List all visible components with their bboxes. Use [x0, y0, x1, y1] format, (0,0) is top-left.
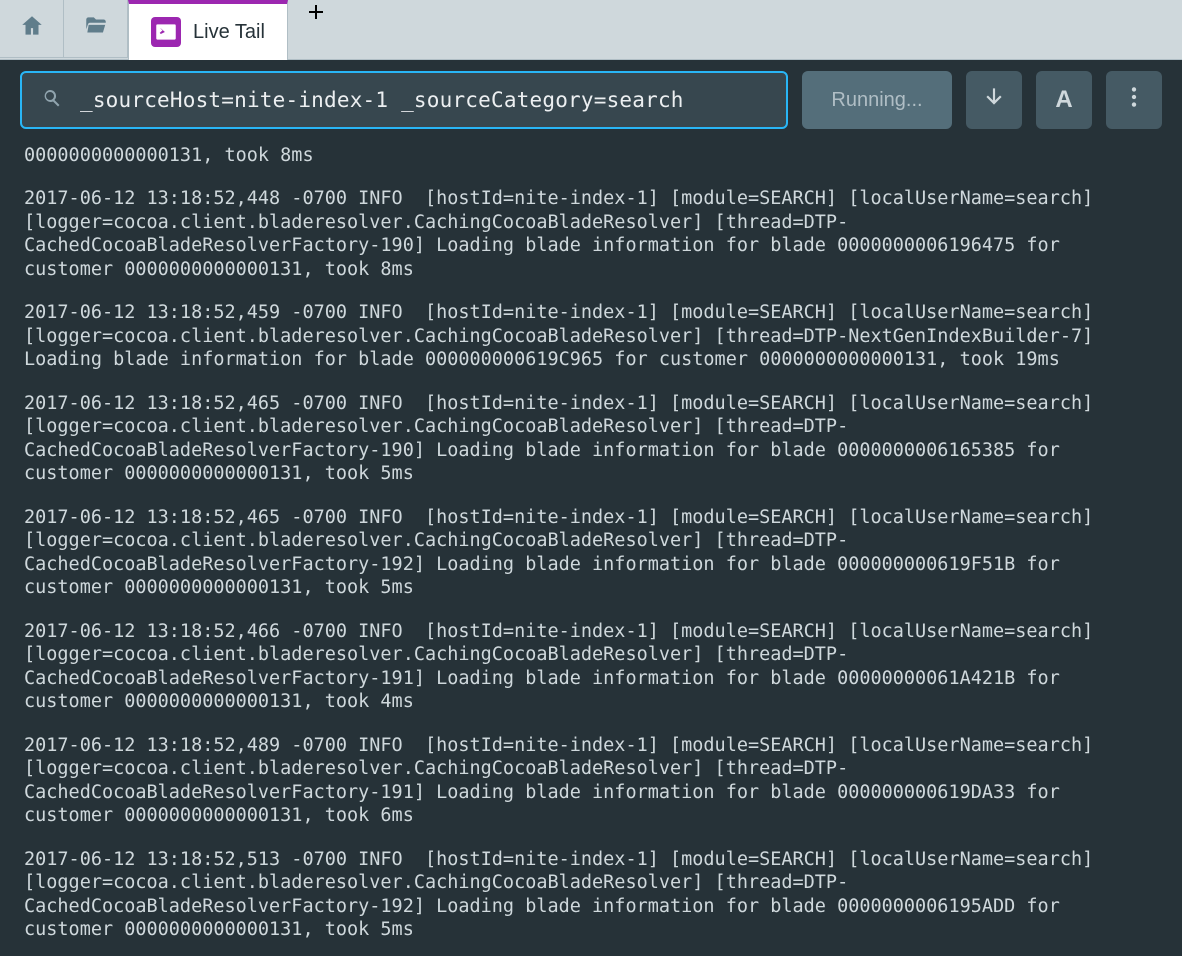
tab-live-tail[interactable]: Live Tail: [128, 0, 288, 60]
run-state-button[interactable]: Running...: [802, 71, 952, 129]
query-input[interactable]: [80, 88, 768, 112]
plus-icon: [304, 0, 328, 29]
log-output[interactable]: 0000000000000131, took 8ms 2017-06-12 13:…: [0, 140, 1182, 956]
log-line: 2017-06-12 13:18:52,448 -0700 INFO [host…: [24, 187, 1158, 281]
log-line: 2017-06-12 13:18:52,465 -0700 INFO [host…: [24, 392, 1158, 486]
home-icon: [19, 13, 45, 44]
kebab-icon: [1121, 84, 1147, 116]
terminal-icon: [151, 17, 181, 47]
more-options-button[interactable]: [1106, 71, 1162, 129]
query-input-wrap[interactable]: [20, 71, 788, 129]
log-line: 2017-06-12 13:18:52,466 -0700 INFO [host…: [24, 620, 1158, 714]
log-line: 2017-06-12 13:18:52,513 -0700 INFO [host…: [24, 848, 1158, 942]
run-state-label: Running...: [831, 89, 922, 112]
tab-home[interactable]: [0, 0, 64, 58]
tab-library[interactable]: [64, 0, 128, 58]
scroll-bottom-button[interactable]: [966, 71, 1022, 129]
font-size-button[interactable]: A: [1036, 71, 1092, 129]
log-line: 2017-06-12 13:18:52,465 -0700 INFO [host…: [24, 506, 1158, 600]
folder-open-icon: [83, 13, 109, 44]
log-line: 2017-06-12 13:18:52,489 -0700 INFO [host…: [24, 734, 1158, 828]
add-tab-button[interactable]: [288, 0, 344, 29]
arrow-down-icon: [981, 84, 1007, 116]
log-line: 2017-06-12 13:18:52,459 -0700 INFO [host…: [24, 301, 1158, 371]
font-size-label: A: [1055, 86, 1072, 114]
toolbar: Running... A: [0, 60, 1182, 140]
tab-bar: Live Tail: [0, 0, 1182, 60]
tab-label: Live Tail: [193, 21, 265, 44]
search-icon: [40, 86, 64, 115]
log-line: 0000000000000131, took 8ms: [24, 144, 1158, 167]
